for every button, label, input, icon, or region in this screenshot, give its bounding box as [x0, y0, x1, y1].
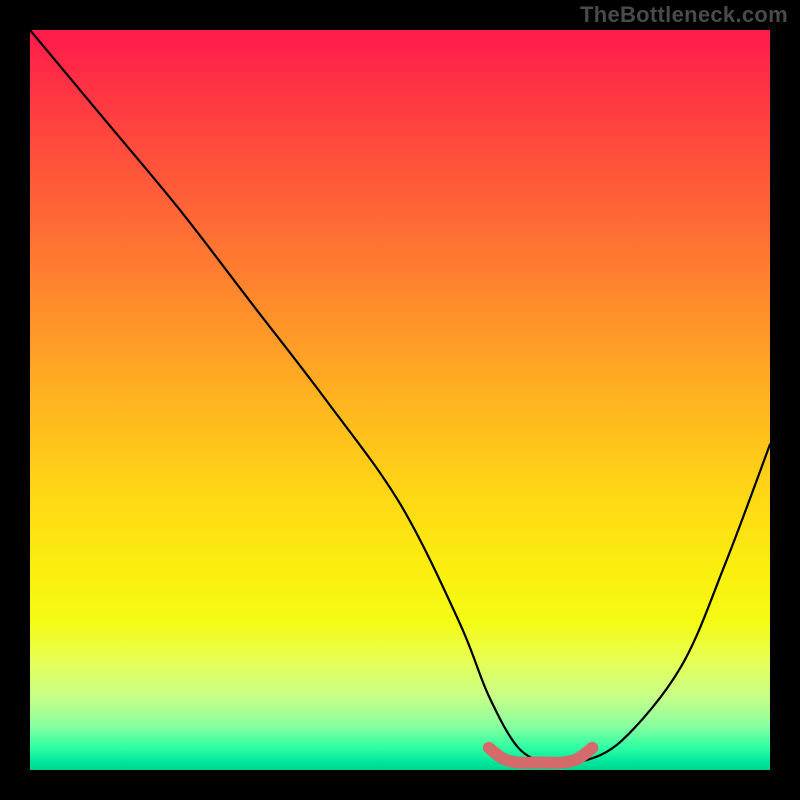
curve-layer: [30, 30, 770, 770]
plot-area: [30, 30, 770, 770]
optimal-band: [489, 748, 593, 763]
chart-frame: TheBottleneck.com: [0, 0, 800, 800]
watermark-text: TheBottleneck.com: [580, 2, 788, 28]
bottleneck-curve: [30, 30, 770, 765]
